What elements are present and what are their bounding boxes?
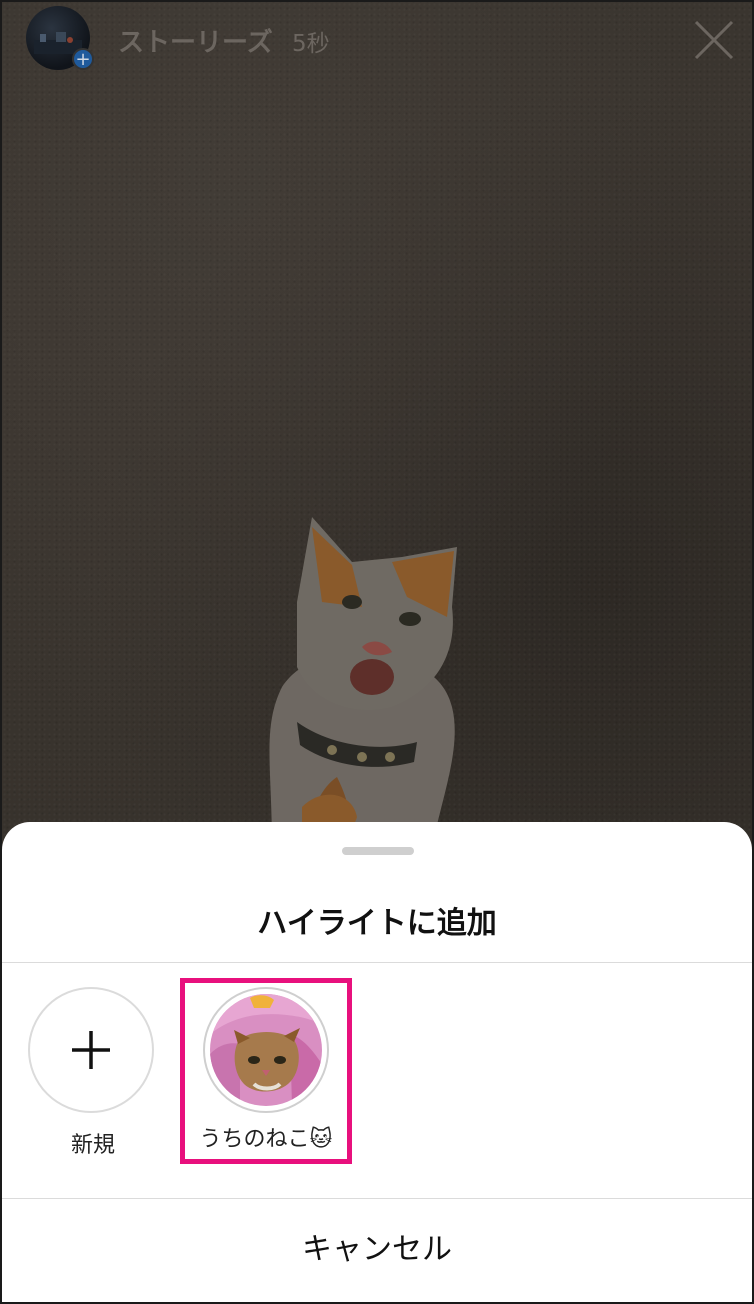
highlight-item-selected[interactable]: うちのねこ🐱 (180, 978, 352, 1164)
plus-icon (72, 1031, 110, 1069)
highlight-cover-ring[interactable] (203, 987, 329, 1113)
highlight-item-label: うちのねこ🐱 (199, 1127, 333, 1152)
new-highlight-label: 新規 (70, 1133, 115, 1158)
cancel-button[interactable]: キャンセル (2, 1200, 752, 1300)
add-badge-icon: + (72, 48, 94, 70)
cat-photo (269, 517, 457, 847)
new-highlight-button[interactable]: 新規 (28, 987, 158, 1158)
new-highlight-circle[interactable] (28, 987, 154, 1113)
story-screen: + ストーリーズ 5秒 ハイライトに追加 新規 うちのねこ🐱 キャンセル (0, 0, 754, 1304)
story-title: ストーリーズ (118, 28, 273, 58)
sheet-title: ハイライトに追加 (257, 906, 497, 941)
story-header: + ストーリーズ 5秒 (2, 2, 752, 82)
story-elapsed-time: 5秒 (292, 31, 330, 57)
highlight-cover-image (210, 994, 322, 1106)
add-to-highlight-sheet: ハイライトに追加 新規 うちのねこ🐱 キャンセル (2, 822, 752, 1302)
sheet-drag-handle[interactable] (342, 847, 414, 855)
divider (2, 962, 752, 963)
divider (2, 1198, 752, 1199)
close-icon[interactable] (692, 18, 736, 62)
